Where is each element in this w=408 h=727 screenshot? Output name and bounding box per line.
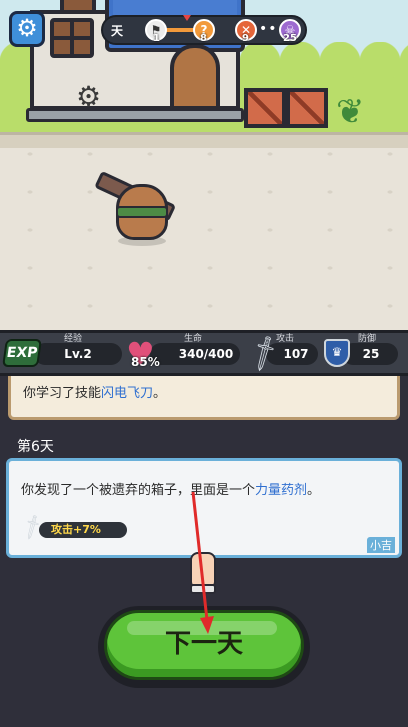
item-name: 力量药剂 — [255, 483, 308, 498]
log-text: 。 — [153, 386, 167, 401]
log-text: 。 — [307, 483, 321, 498]
shield-icon: ♛ — [324, 339, 350, 367]
exp-value: Lv.2 — [34, 343, 122, 365]
hp-percent: 85% — [131, 355, 160, 369]
attack-title: 攻击 — [276, 334, 295, 344]
author-tag: 小吉 — [367, 537, 395, 553]
node-count: 8 — [200, 33, 207, 44]
previous-log-entry: 你学习了技能闪电飞刀。 — [8, 376, 400, 420]
plant-icon: ❦ — [336, 92, 365, 132]
capybara-hero — [112, 172, 168, 242]
house-door — [170, 44, 220, 110]
current-log-text: 你发现了一个被遗弃的箱子，里面是一个力量药剂。 — [21, 479, 320, 498]
node-count: 25 — [283, 33, 297, 44]
progress-track-fill — [165, 28, 195, 32]
path-edge — [0, 132, 408, 148]
previous-log-text: 你学习了技能闪电飞刀。 — [23, 382, 166, 401]
log-text: 你学习了技能 — [23, 386, 102, 401]
exp-title: 经验 — [64, 334, 83, 344]
node-count: 9 — [242, 33, 249, 44]
hp-value: 340/400 — [150, 343, 240, 365]
gear-sign-icon: ⚙ — [76, 80, 102, 113]
day-label: 天 — [111, 24, 124, 38]
reward-text: 攻击+7% — [39, 522, 127, 538]
day-heading: 第6天 — [17, 439, 54, 455]
node-count: 1 — [153, 33, 160, 44]
progress-marker — [183, 15, 191, 21]
ground — [0, 135, 408, 330]
day-progress-panel: 天 ⚑ 1 ? 8 ✕ 9 ••• ☠ 25 — [101, 15, 307, 45]
defense-value: 25 — [342, 343, 398, 365]
capybara-scarf — [116, 206, 168, 218]
stats-bar: Lv.2 经验 EXP 340/400 生命 ♥ 85% 107 攻击 🗡 25… — [0, 330, 408, 376]
house-window — [50, 18, 94, 58]
house-base — [26, 108, 244, 122]
defense-title: 防御 — [358, 334, 377, 344]
exp-icon: EXP — [2, 339, 42, 367]
hp-title: 生命 — [184, 334, 203, 344]
game-scene: ⚙ ❦ — [0, 0, 408, 330]
skill-name: 闪电飞刀 — [101, 386, 154, 401]
settings-button[interactable]: ⚙ — [9, 11, 45, 47]
guide-arrow-icon — [191, 491, 214, 634]
crate — [244, 88, 286, 128]
gear-icon: ⚙ — [16, 14, 38, 42]
sword-icon: 🗡 — [17, 512, 48, 543]
crate — [286, 88, 328, 128]
house-chimney — [60, 0, 96, 14]
